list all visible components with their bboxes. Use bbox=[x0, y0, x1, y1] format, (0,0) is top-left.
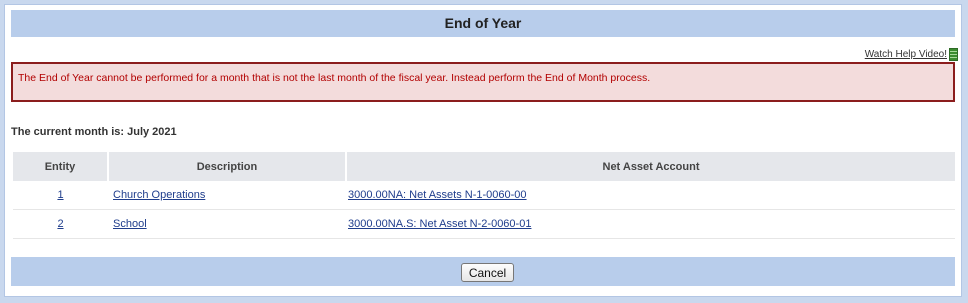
entity-column-header: Entity bbox=[13, 152, 109, 181]
table-header-row: Entity Description Net Asset Account bbox=[13, 152, 955, 181]
footer-bar: Cancel bbox=[11, 257, 955, 286]
cancel-button[interactable]: Cancel bbox=[461, 263, 514, 282]
description-link[interactable]: School bbox=[113, 218, 147, 230]
table-row: 2 School 3000.00NA.S: Net Asset N-2-0060… bbox=[13, 209, 955, 239]
entities-table: Entity Description Net Asset Account 1 C… bbox=[13, 152, 955, 239]
page-title: End of Year bbox=[11, 10, 955, 37]
net-asset-account-link[interactable]: 3000.00NA: Net Assets N-1-0060-00 bbox=[348, 189, 527, 201]
error-message-text: The End of Year cannot be performed for … bbox=[18, 72, 651, 84]
description-column-header: Description bbox=[108, 152, 347, 181]
watch-help-video-link[interactable]: Watch Help Video! bbox=[865, 49, 947, 60]
error-message-box: The End of Year cannot be performed for … bbox=[11, 62, 955, 102]
current-month-label: The current month is: July 2021 bbox=[11, 126, 177, 138]
entity-link[interactable]: 2 bbox=[57, 218, 63, 230]
net-asset-account-link[interactable]: 3000.00NA.S: Net Asset N-2-0060-01 bbox=[348, 218, 531, 230]
end-of-year-panel: End of Year Watch Help Video! The End of… bbox=[4, 4, 962, 297]
net-asset-account-column-header: Net Asset Account bbox=[346, 152, 955, 181]
film-icon[interactable] bbox=[949, 48, 958, 61]
entity-link[interactable]: 1 bbox=[57, 189, 63, 201]
table-row: 1 Church Operations 3000.00NA: Net Asset… bbox=[13, 181, 955, 210]
description-link[interactable]: Church Operations bbox=[113, 189, 205, 201]
